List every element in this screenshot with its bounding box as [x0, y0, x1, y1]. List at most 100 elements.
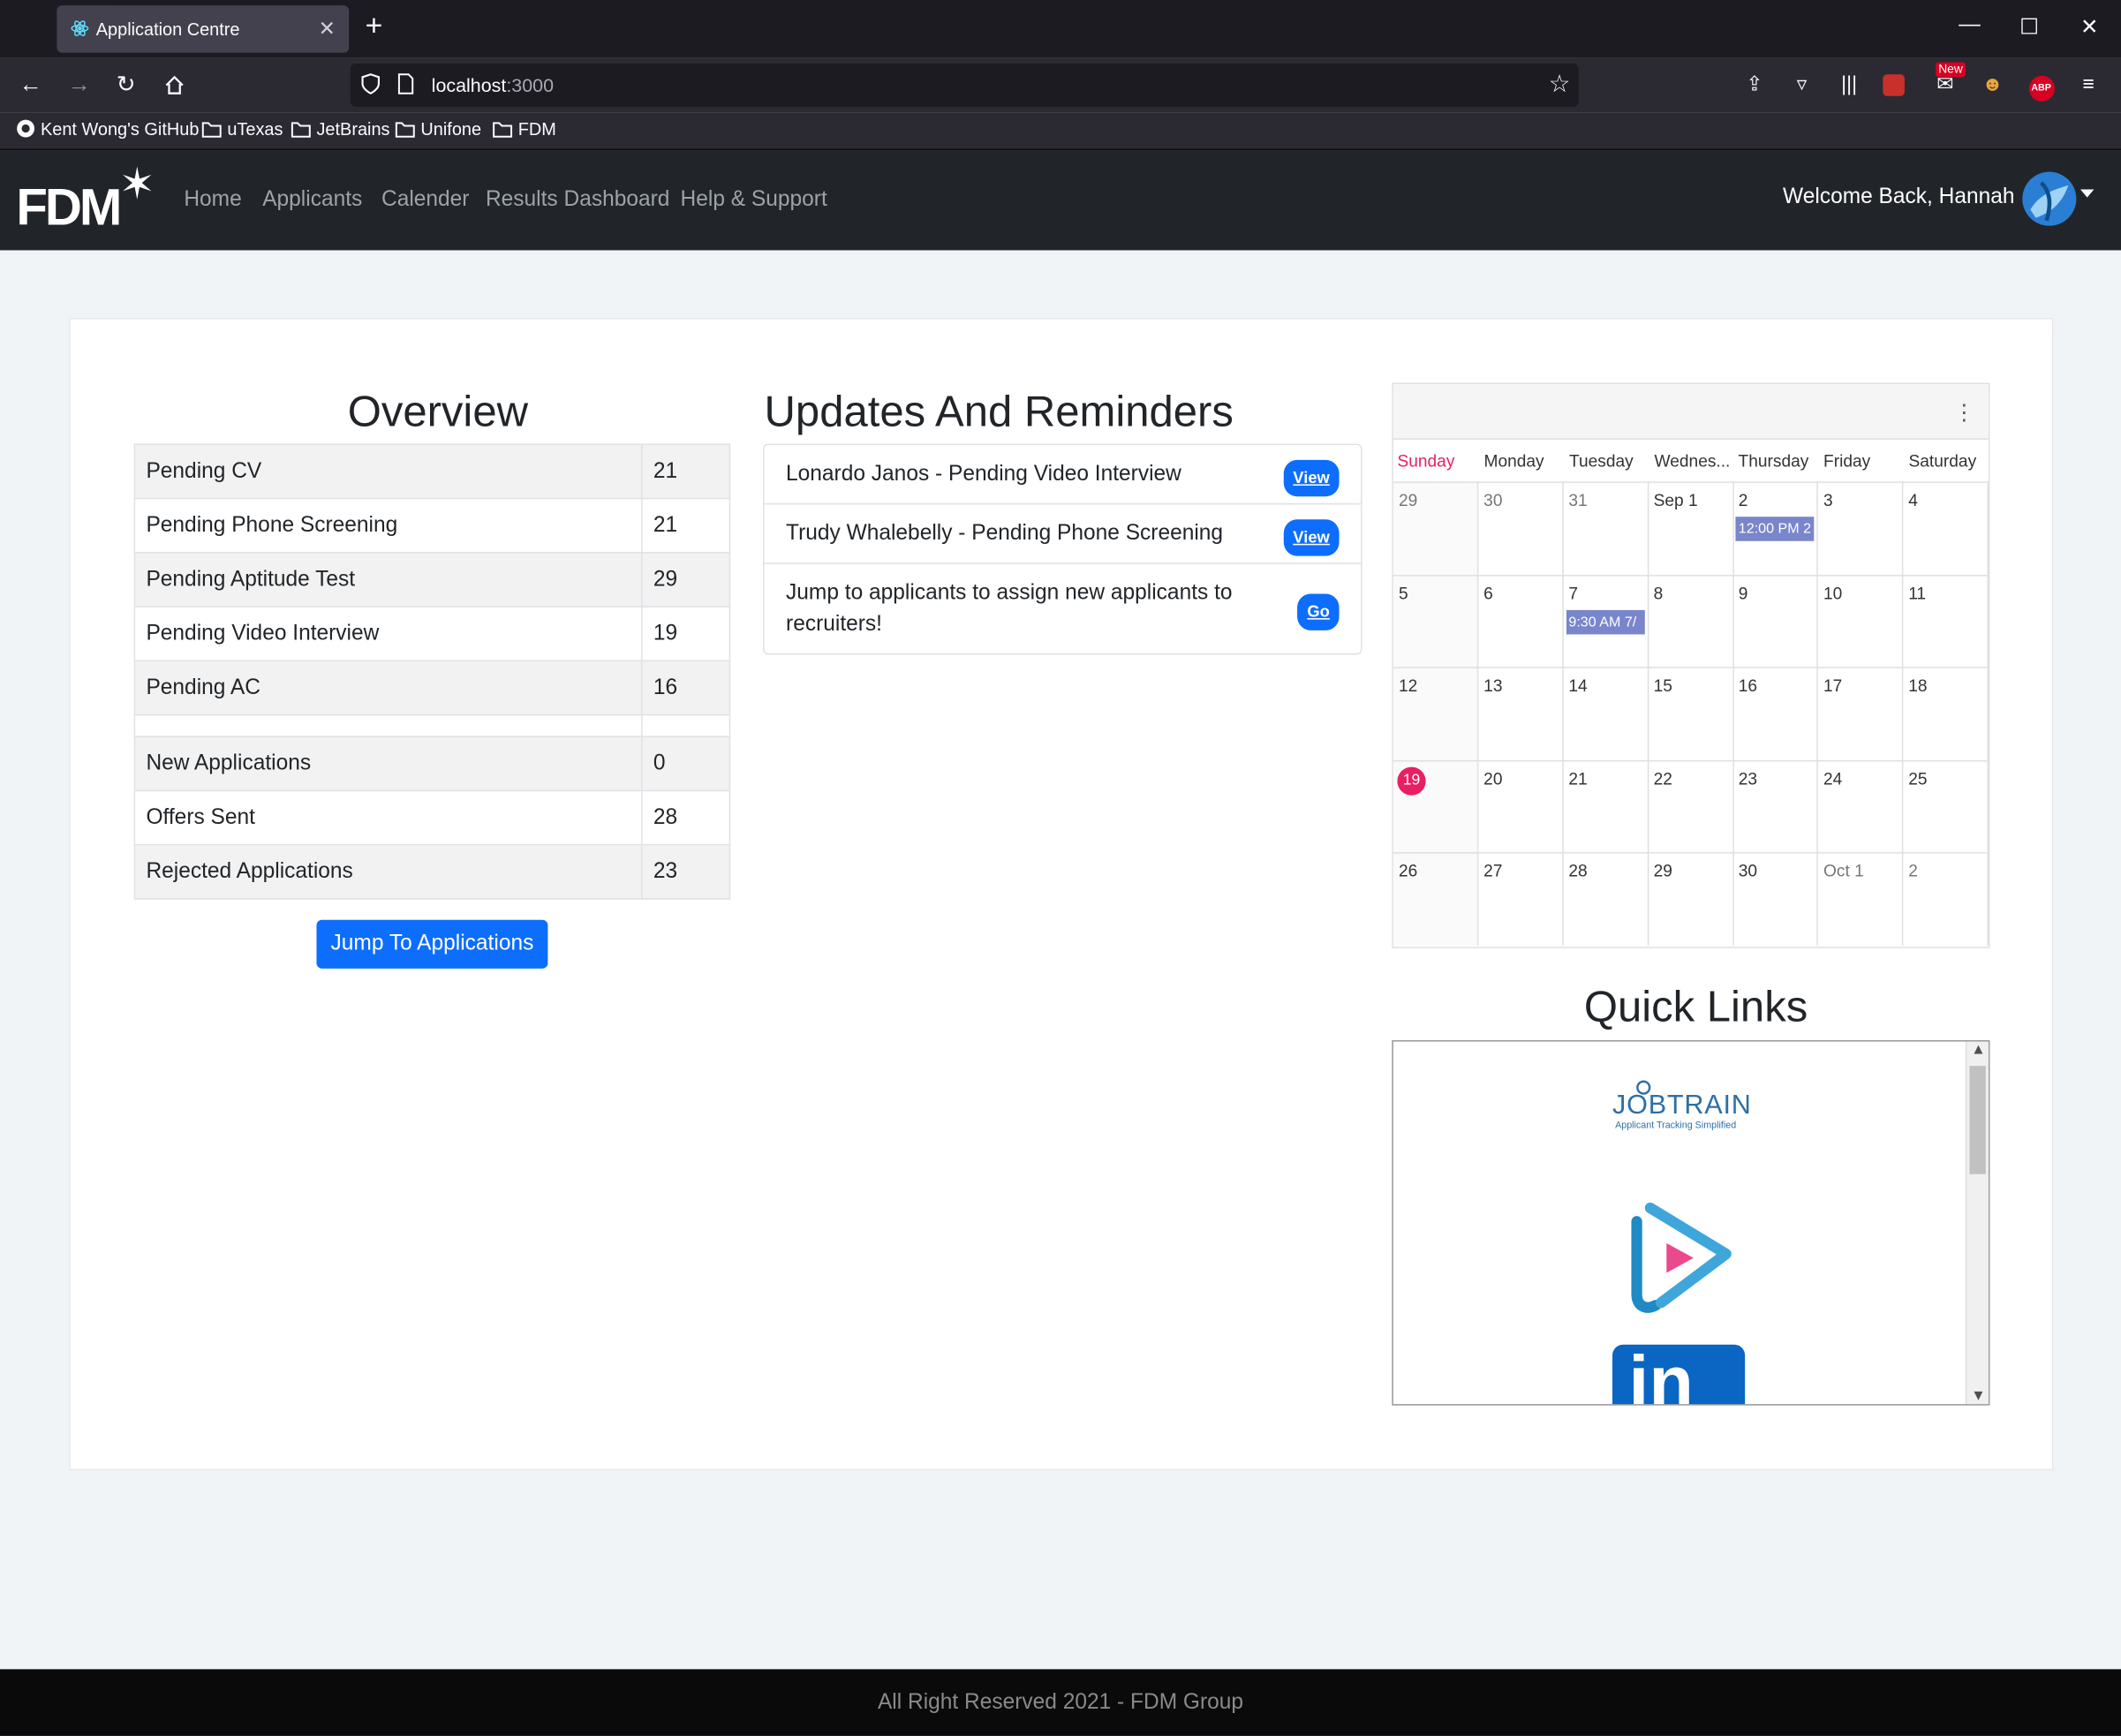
adblock-icon[interactable]: ABP	[2027, 71, 2057, 102]
calendar-day-cell[interactable]: 25	[1903, 759, 1989, 854]
scroll-down-icon[interactable]: ▼	[1971, 1388, 1986, 1404]
user-menu-caret-icon[interactable]	[2080, 189, 2095, 198]
bookmark-unifone[interactable]: Unifone	[395, 119, 481, 140]
nav-applicants[interactable]: Applicants	[262, 188, 362, 213]
tab-close-icon[interactable]: ✕	[319, 16, 336, 41]
calendar-day-cell[interactable]: 2	[1903, 852, 1989, 947]
calendar-day-cell[interactable]: 30	[1478, 481, 1565, 576]
jobtrain-link[interactable]: JOBTRAIN Applicant Tracking Simplified	[1610, 1079, 1751, 1138]
calendar-day-cell[interactable]: 2 12:00 PM 2	[1732, 481, 1819, 576]
calendar-day-cell[interactable]: 29	[1648, 852, 1734, 947]
linkedin-link[interactable]: in	[1612, 1344, 1746, 1405]
today-marker: 19	[1397, 766, 1426, 796]
browser-nav-bar: ← → ↻ localhost:3000 ☆ ⇪ ▿ ||| New ✉ ☻ AB…	[0, 57, 2121, 113]
calendar-day-cell[interactable]: 15	[1648, 667, 1734, 761]
calendar-day-cell[interactable]: 9	[1732, 574, 1819, 668]
calendar-day-cell[interactable]: 17	[1817, 667, 1904, 761]
calendar-day-cell[interactable]: 29	[1393, 481, 1479, 576]
calendar-day-cell[interactable]: 4	[1903, 481, 1989, 576]
calendar-event[interactable]: 9:30 AM 7/	[1566, 609, 1645, 634]
video-platform-link[interactable]	[1623, 1197, 1740, 1319]
calendar-day-cell[interactable]: 10	[1817, 574, 1904, 668]
bookmark-utexas[interactable]: uTexas	[201, 119, 283, 140]
home-icon[interactable]	[163, 74, 185, 96]
day-number: 2	[1738, 491, 1748, 510]
day-number: 14	[1568, 676, 1588, 696]
bookmark-jetbrains[interactable]: JetBrains	[291, 119, 389, 140]
calendar-day-cell[interactable]: 21	[1563, 759, 1649, 854]
weekday-label: Saturday	[1908, 451, 1977, 472]
nav-calender[interactable]: Calender	[381, 188, 469, 213]
table-row: Pending Aptitude Test 29	[133, 552, 731, 608]
forward-icon[interactable]: →	[68, 72, 91, 99]
extension-cat-icon[interactable]: ☻	[1978, 71, 2008, 101]
calendar-day-cell[interactable]: 8	[1648, 574, 1734, 668]
library-icon[interactable]: |||	[1834, 71, 1864, 101]
row-label: Pending Video Interview	[133, 606, 643, 662]
view-button[interactable]: View	[1283, 459, 1340, 497]
calendar-day-cell[interactable]: 11	[1903, 574, 1989, 668]
jump-to-applications-button[interactable]: Jump To Applications	[316, 919, 548, 969]
browser-tab[interactable]: Application Centre ✕	[57, 5, 350, 53]
maximize-icon[interactable]: ☐	[2019, 13, 2039, 41]
nav-home[interactable]: Home	[184, 188, 241, 213]
go-button[interactable]: Go	[1297, 593, 1340, 630]
save-to-pocket-icon[interactable]: ⇪	[1740, 71, 1770, 101]
url-bar[interactable]: localhost:3000 ☆	[350, 63, 1579, 108]
calendar-event[interactable]: 12:00 PM 2	[1735, 517, 1815, 541]
app-navbar: FDM ✶ Home Applicants Calender Results D…	[0, 150, 2121, 251]
window-close-icon[interactable]: ✕	[2080, 13, 2099, 41]
shield-icon[interactable]	[361, 73, 381, 95]
new-tab-icon[interactable]: +	[366, 10, 383, 41]
calendar-day-cell[interactable]: 30	[1732, 852, 1819, 947]
calendar-day-cell[interactable]: 31	[1563, 481, 1649, 576]
calendar-day-cell[interactable]: 28	[1563, 852, 1649, 947]
calendar-day-cell[interactable]: 18	[1903, 667, 1989, 761]
bookmark-star-icon[interactable]: ☆	[1549, 71, 1571, 99]
calendar-day-cell[interactable]: 7 9:30 AM 7/	[1563, 574, 1649, 668]
day-number: 10	[1823, 584, 1843, 603]
back-icon[interactable]: ←	[19, 72, 42, 99]
bookmark-github[interactable]: Kent Wong's GitHub	[16, 119, 199, 140]
pocket-icon[interactable]: ▿	[1787, 71, 1817, 101]
bookmark-fdm[interactable]: FDM	[493, 119, 556, 140]
menu-icon[interactable]: ≡	[2073, 71, 2103, 101]
calendar-day-cell[interactable]: 19	[1393, 759, 1479, 854]
scrollbar[interactable]: ▲ ▼	[1965, 1041, 1989, 1405]
extension-red-icon[interactable]	[1883, 74, 1905, 96]
calendar-day-cell[interactable]: 20	[1478, 759, 1565, 854]
calendar-day-cell[interactable]: 6	[1478, 574, 1565, 668]
calendar-day-cell[interactable]: Oct 1	[1817, 852, 1904, 947]
updates-list: Lonardo Janos - Pending Video Interview …	[762, 443, 1362, 655]
calendar-day-cell[interactable]: 23	[1732, 759, 1819, 854]
scroll-up-icon[interactable]: ▲	[1971, 1042, 1986, 1058]
minimize-icon[interactable]: —	[1959, 13, 1981, 38]
calendar-day-cell[interactable]: 16	[1732, 667, 1819, 761]
calendar-day-cell[interactable]: 14	[1563, 667, 1649, 761]
reload-icon[interactable]: ↻	[117, 72, 136, 99]
calendar-day-cell[interactable]: Sep 1	[1648, 481, 1734, 576]
calendar-day-cell[interactable]: 12	[1393, 667, 1479, 761]
extension-new-icon[interactable]: New ✉	[1930, 62, 1966, 101]
calendar-day-cell[interactable]: 27	[1478, 852, 1565, 947]
nav-results-dashboard[interactable]: Results Dashboard	[486, 188, 669, 213]
calendar-day-cell[interactable]: 13	[1478, 667, 1565, 761]
url-text[interactable]: localhost:3000	[432, 74, 554, 96]
row-value: 28	[641, 789, 731, 846]
scroll-thumb[interactable]	[1969, 1066, 1986, 1174]
weekday-label: Sunday	[1397, 451, 1455, 472]
table-row: Pending CV 21	[133, 443, 731, 500]
calendar-day-cell[interactable]: 26	[1393, 852, 1479, 947]
calendar-day-cell[interactable]: 5	[1393, 574, 1479, 668]
jobtrain-tagline: Applicant Tracking Simplified	[1615, 1121, 1737, 1131]
nav-help-support[interactable]: Help & Support	[681, 188, 827, 213]
calendar-day-cell[interactable]: 3	[1817, 481, 1904, 576]
avatar[interactable]	[2022, 171, 2077, 226]
calendar-day-cell[interactable]: 22	[1648, 759, 1734, 854]
calendar-day-cell[interactable]: 24	[1817, 759, 1904, 854]
bookmarks-bar: Kent Wong's GitHub uTexas JetBrains Unif…	[0, 112, 2121, 151]
row-value: 21	[641, 497, 731, 554]
view-button[interactable]: View	[1283, 519, 1340, 556]
folder-icon	[395, 122, 415, 138]
more-vert-icon[interactable]: ⋮	[1953, 399, 1975, 426]
